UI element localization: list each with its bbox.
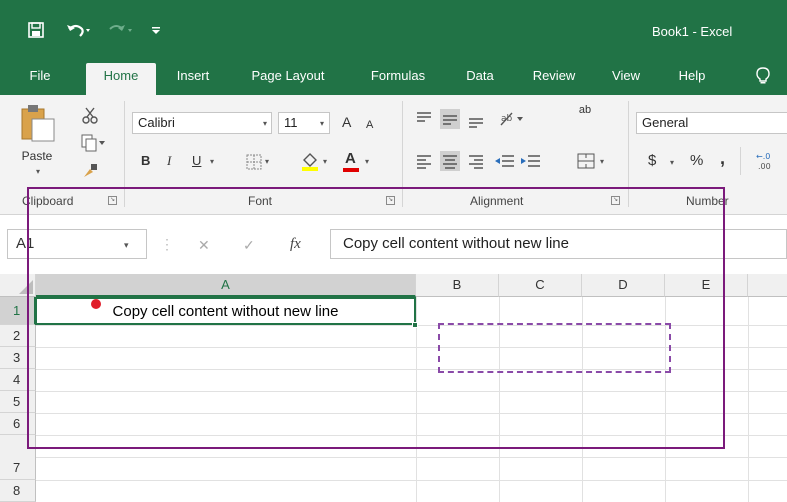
font-color-button[interactable]: A — [345, 150, 356, 168]
orientation-icon[interactable]: ab — [498, 109, 523, 129]
gridline — [36, 457, 787, 458]
tab-help[interactable]: Help — [670, 63, 714, 95]
excel-window: Book1 - Excel File Home Insert Page Layo… — [0, 0, 787, 502]
percent-button[interactable]: % — [690, 152, 703, 170]
gridline — [748, 297, 749, 502]
align-right-icon[interactable] — [466, 151, 486, 171]
paste-dropdown-icon[interactable]: ▾ — [36, 167, 40, 176]
align-top-icon[interactable] — [414, 109, 434, 129]
font-name-chevron-icon[interactable]: ▾ — [263, 119, 267, 128]
svg-text:ab: ab — [501, 114, 513, 124]
tab-view[interactable]: View — [604, 63, 648, 95]
svg-text:.00: .00 — [758, 162, 771, 171]
grow-font-button[interactable]: A — [342, 113, 351, 131]
title-bar: Book1 - Excel — [0, 0, 787, 55]
tab-insert[interactable]: Insert — [166, 63, 220, 95]
tab-home[interactable]: Home — [86, 63, 156, 95]
divider — [740, 147, 741, 175]
number-format-dropdown[interactable]: General — [636, 112, 787, 134]
underline-button[interactable]: U — [192, 152, 201, 170]
increase-indent-icon[interactable] — [518, 151, 540, 171]
currency-chevron-icon[interactable]: ▾ — [670, 158, 674, 167]
paste-label[interactable]: Paste — [18, 147, 56, 165]
merge-center-icon[interactable] — [576, 151, 596, 171]
borders-chevron-icon[interactable]: ▾ — [265, 157, 269, 166]
row-header-7-label[interactable]: 7 — [0, 457, 36, 480]
gridline — [36, 480, 787, 481]
decrease-indent-icon[interactable] — [492, 151, 514, 171]
font-name-dropdown[interactable]: Calibri — [132, 112, 272, 134]
annotation-highlight-box — [27, 187, 725, 449]
align-left-icon[interactable] — [414, 151, 434, 171]
align-center-icon[interactable] — [440, 151, 460, 171]
currency-button[interactable]: $ — [648, 152, 656, 170]
increase-decimal-icon[interactable]: ←.0.00 — [752, 150, 782, 171]
merge-chevron-icon[interactable]: ▾ — [600, 157, 604, 166]
tab-file[interactable]: File — [20, 63, 60, 95]
tab-review[interactable]: Review — [524, 63, 584, 95]
font-color-chevron-icon[interactable]: ▾ — [365, 157, 369, 166]
bold-button[interactable]: B — [141, 152, 150, 170]
align-bottom-icon[interactable] — [466, 109, 486, 129]
borders-icon[interactable] — [244, 152, 264, 172]
wrap-text-button[interactable]: ab — [578, 105, 592, 116]
copy-icon[interactable] — [80, 133, 105, 153]
tab-formulas[interactable]: Formulas — [358, 63, 438, 95]
customize-qat-icon[interactable] — [151, 19, 161, 41]
copy-marquee — [438, 323, 671, 373]
annotation-cursor-dot — [91, 299, 101, 309]
font-size-chevron-icon[interactable]: ▾ — [320, 119, 324, 128]
comma-button[interactable]: , — [720, 149, 725, 167]
redo-icon[interactable] — [108, 19, 134, 41]
svg-text:←.0: ←.0 — [756, 152, 770, 161]
ribbon-tabs: File Home Insert Page Layout Formulas Da… — [0, 55, 787, 95]
save-icon[interactable] — [28, 19, 44, 41]
window-title: Book1 - Excel — [652, 24, 733, 39]
cut-icon[interactable] — [80, 105, 100, 125]
paste-icon[interactable] — [18, 103, 56, 143]
column-header-f[interactable] — [748, 274, 787, 297]
underline-chevron-icon[interactable]: ▾ — [210, 157, 214, 166]
tab-data[interactable]: Data — [458, 63, 502, 95]
font-color-swatch — [343, 168, 359, 172]
row-header-8[interactable]: 8 — [0, 480, 36, 502]
fill-color-chevron-icon[interactable]: ▾ — [323, 157, 327, 166]
italic-button[interactable]: I — [167, 152, 171, 170]
undo-icon[interactable] — [66, 19, 92, 41]
shrink-font-button[interactable]: A — [366, 116, 373, 134]
format-painter-icon[interactable] — [80, 161, 100, 181]
align-middle-icon[interactable] — [440, 109, 460, 129]
fill-color-icon[interactable] — [300, 150, 320, 171]
tab-page-layout[interactable]: Page Layout — [236, 63, 340, 95]
